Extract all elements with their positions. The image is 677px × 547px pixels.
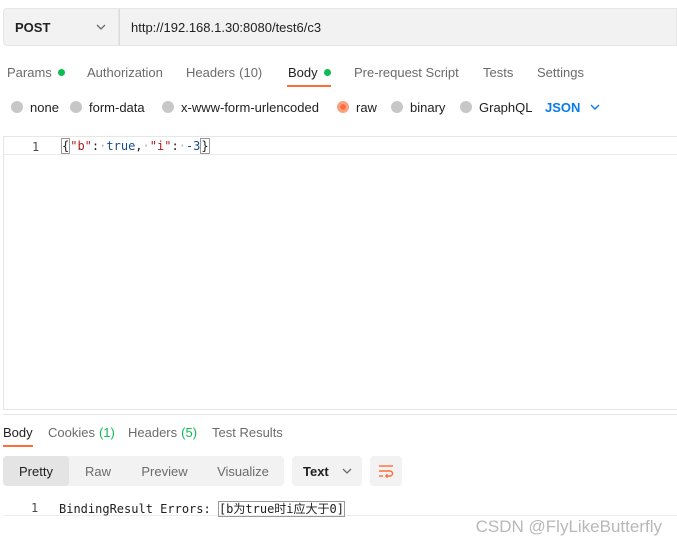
radio-icon [70, 101, 82, 113]
radio-label: binary [410, 99, 446, 115]
method-label: POST [15, 19, 51, 35]
colon: : [171, 139, 179, 153]
radio-graphql[interactable]: GraphQL [460, 97, 532, 117]
tab-label: Settings [537, 64, 584, 80]
response-view-toggle: Pretty Raw Preview Visualize [3, 456, 284, 486]
response-format-select[interactable]: Text [292, 456, 362, 486]
radio-label: x-www-form-urlencoded [181, 99, 319, 115]
whitespace: · [142, 139, 150, 153]
json-value: -3 [185, 139, 201, 153]
response-tabs: Body Cookies (1) Headers (5) Test Result… [0, 422, 677, 442]
response-tab-test-results[interactable]: Test Results [212, 422, 283, 442]
tab-label: Test Results [212, 424, 283, 440]
radio-label: GraphQL [479, 99, 533, 115]
view-raw-button[interactable]: Raw [69, 456, 127, 486]
radio-none[interactable]: none [11, 97, 59, 117]
tab-label: Cookies [48, 424, 95, 440]
radio-form-data[interactable]: form-data [70, 97, 145, 117]
tab-label: Body [3, 424, 33, 440]
response-tab-cookies[interactable]: Cookies (1) [48, 422, 115, 442]
radio-icon [460, 101, 472, 113]
wrap-lines-button[interactable] [370, 456, 402, 486]
wrap-lines-icon [378, 464, 394, 478]
format-label: JSON [545, 99, 581, 115]
tab-tests[interactable]: Tests [483, 60, 513, 84]
tab-label: Pre-request Script [354, 64, 459, 80]
tab-settings[interactable]: Settings [537, 60, 584, 84]
response-prefix: BindingResult Errors: [59, 502, 218, 516]
radio-icon [162, 101, 174, 113]
format-select-json[interactable]: JSON [545, 97, 600, 117]
radio-x-www-form-urlencoded[interactable]: x-www-form-urlencoded [162, 97, 319, 117]
response-error-message: [b为true时i应大于0] [217, 501, 345, 517]
json-key: "b" [70, 139, 92, 153]
comma: , [135, 139, 143, 153]
tab-label: Tests [483, 64, 514, 80]
view-pretty-button[interactable]: Pretty [3, 456, 69, 486]
radio-label: raw [356, 99, 377, 115]
line-number: 1 [31, 501, 39, 515]
radio-raw[interactable]: raw [337, 97, 377, 117]
response-body-line: 1 BindingResult Errors: [b为true时i应大于0] [3, 498, 677, 517]
open-brace: { [61, 138, 71, 154]
json-key: "i" [149, 139, 172, 153]
tab-count: (10) [239, 64, 263, 80]
chevron-down-icon [342, 468, 352, 474]
panel-divider [3, 414, 677, 415]
method-select[interactable]: POST [3, 8, 119, 46]
json-value: true [106, 139, 136, 153]
tab-label: Headers [186, 64, 236, 80]
status-dot-icon [57, 68, 65, 76]
tab-authorization[interactable]: Authorization [87, 60, 163, 84]
tab-pre-request-script[interactable]: Pre-request Script [354, 60, 459, 84]
active-tab-indicator [287, 85, 331, 87]
watermark: CSDN @FlyLikeButterfly [475, 517, 662, 536]
tab-body[interactable]: Body [288, 60, 331, 84]
radio-icon [11, 101, 23, 113]
response-text: BindingResult Errors: [b为true时i应大于0] [59, 500, 345, 517]
tab-count: (1) [98, 424, 115, 440]
response-tab-body[interactable]: Body [3, 422, 33, 442]
tab-label: Body [288, 64, 318, 80]
tab-label: Headers [128, 424, 178, 440]
line-number: 1 [32, 140, 40, 154]
code-line: {"b":·true,·"i":·-3} [61, 138, 210, 154]
request-body-editor[interactable]: 1 {"b":·true,·"i":·-3} [3, 136, 677, 410]
tab-count: (5) [181, 424, 198, 440]
radio-label: form-data [89, 99, 145, 115]
tab-label: Params [7, 64, 52, 80]
whitespace: · [178, 139, 186, 153]
response-tab-headers[interactable]: Headers (5) [128, 422, 197, 442]
view-visualize-button[interactable]: Visualize [202, 456, 284, 486]
url-input[interactable]: http://192.168.1.30:8080/test6/c3 [119, 8, 677, 46]
tab-label: Authorization [87, 64, 163, 80]
close-brace: } [200, 138, 210, 154]
radio-label: none [30, 99, 59, 115]
chevron-down-icon [95, 21, 107, 33]
radio-selected-icon [337, 101, 349, 113]
tab-params[interactable]: Params [7, 60, 65, 84]
radio-icon [391, 101, 403, 113]
editor-line: 1 {"b":·true,·"i":·-3} [4, 137, 677, 155]
status-dot-icon [323, 68, 331, 76]
request-url-bar: POST http://192.168.1.30:8080/test6/c3 [3, 8, 677, 46]
active-tab-indicator [3, 445, 33, 447]
format-label: Text [303, 463, 329, 479]
radio-binary[interactable]: binary [391, 97, 445, 117]
view-preview-button[interactable]: Preview [127, 456, 202, 486]
body-type-selector: none form-data x-www-form-urlencoded raw… [0, 97, 677, 117]
tab-headers[interactable]: Headers (10) [186, 60, 262, 84]
chevron-down-icon [590, 104, 600, 110]
